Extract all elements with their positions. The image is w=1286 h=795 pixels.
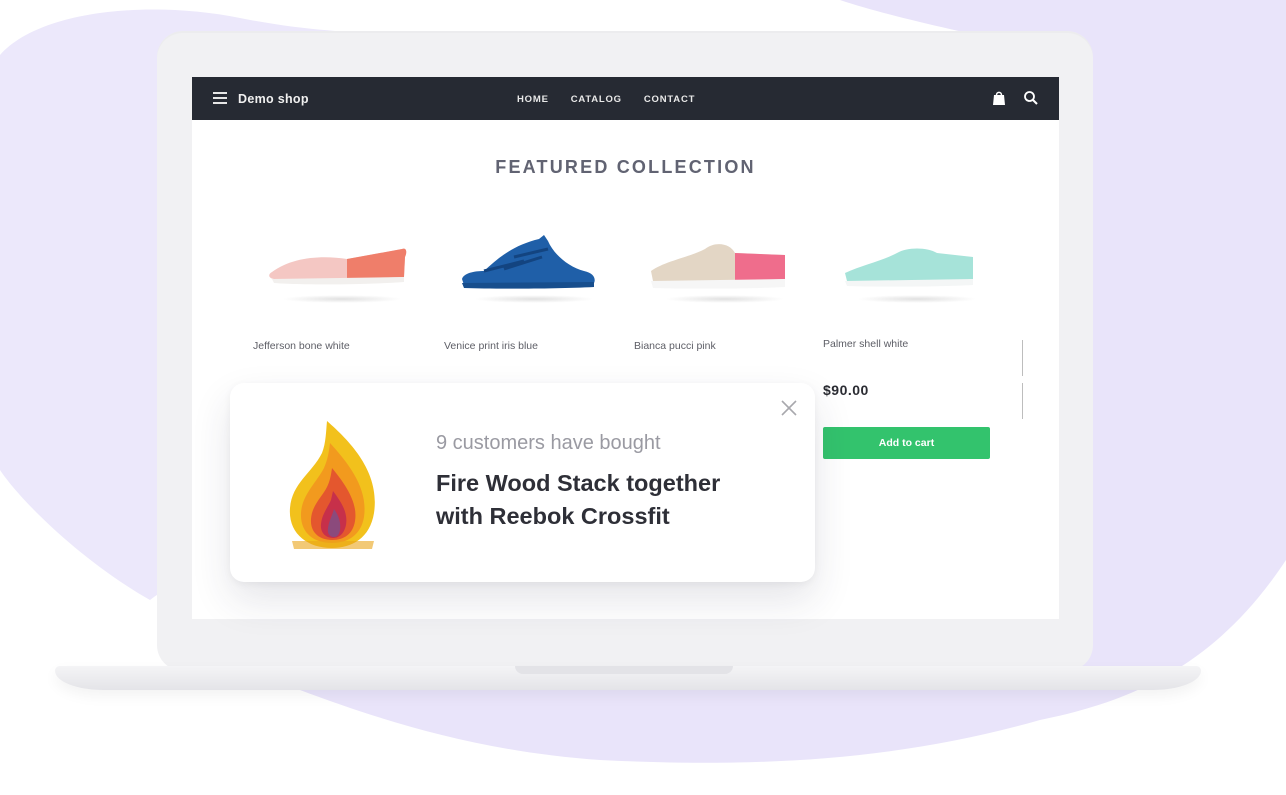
laptop-notch bbox=[515, 666, 733, 674]
product-card[interactable]: Venice print iris blue bbox=[444, 227, 624, 352]
product-name[interactable]: Palmer shell white bbox=[823, 338, 908, 350]
navbar: Demo shop HOME CATALOG CONTACT bbox=[192, 77, 1059, 120]
brand-name[interactable]: Demo shop bbox=[238, 92, 309, 106]
product-name[interactable]: Bianca pucci pink bbox=[634, 340, 716, 352]
popup-subtitle: 9 customers have bought bbox=[436, 432, 661, 454]
nav-contact[interactable]: CONTACT bbox=[644, 94, 695, 105]
main-nav: HOME CATALOG CONTACT bbox=[517, 94, 695, 105]
product-image[interactable] bbox=[252, 227, 432, 319]
close-icon[interactable] bbox=[780, 399, 798, 417]
product-card[interactable]: Bianca pucci pink bbox=[634, 227, 815, 352]
fire-wood-stack-icon bbox=[289, 421, 375, 549]
shopping-bag-icon[interactable] bbox=[992, 90, 1006, 106]
popup-title[interactable]: Fire Wood Stack together with Reebok Cro… bbox=[436, 467, 766, 533]
nav-home[interactable]: HOME bbox=[517, 94, 549, 105]
product-price: $90.00 bbox=[823, 382, 869, 398]
product-name[interactable]: Venice print iris blue bbox=[444, 340, 538, 352]
product-card[interactable]: Jefferson bone white bbox=[252, 227, 432, 352]
product-image[interactable] bbox=[635, 227, 815, 319]
social-proof-popup[interactable]: 9 customers have bought Fire Wood Stack … bbox=[230, 383, 815, 582]
search-icon[interactable] bbox=[1023, 90, 1039, 106]
add-to-cart-button[interactable]: Add to cart bbox=[823, 427, 990, 459]
product-name[interactable]: Jefferson bone white bbox=[253, 340, 350, 352]
divider-line bbox=[1022, 383, 1023, 419]
product-card[interactable]: Palmer shell white bbox=[823, 227, 1007, 350]
product-image[interactable] bbox=[827, 227, 1007, 319]
divider-line bbox=[1022, 340, 1023, 376]
section-title: FEATURED COLLECTION bbox=[495, 157, 756, 177]
nav-catalog[interactable]: CATALOG bbox=[571, 94, 622, 105]
hamburger-menu-icon[interactable] bbox=[213, 92, 227, 104]
product-image[interactable] bbox=[444, 227, 624, 319]
